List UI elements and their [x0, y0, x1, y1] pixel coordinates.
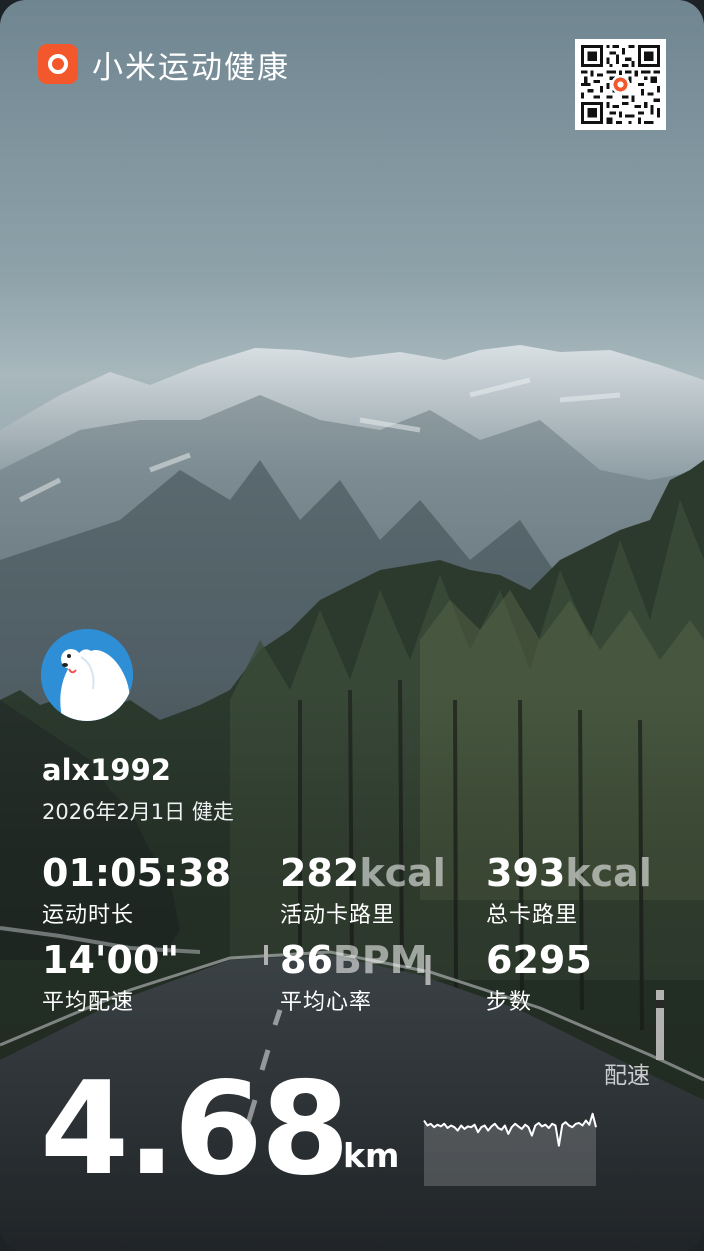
stat-label: 活动卡路里	[280, 903, 396, 928]
username: alx1992	[42, 753, 171, 787]
stat-total-calories: 393kcal 总卡路里	[486, 851, 652, 929]
stat-steps: 6295 步数	[486, 938, 592, 1016]
stat-label: 平均心率	[280, 990, 373, 1015]
stat-label: 总卡路里	[486, 903, 579, 928]
activity-date-line: 2026年2月1日 健走	[42, 796, 234, 826]
pace-chart-area	[424, 1113, 596, 1186]
brand-name: 小米运动健康	[92, 49, 290, 86]
stat-value: 14'00"	[42, 938, 180, 982]
xiaomi-health-ring-icon	[38, 44, 78, 84]
qr-code-icon[interactable]	[575, 39, 666, 130]
stat-average-pace: 14'00" 平均配速	[42, 938, 179, 1016]
distance-unit: km	[343, 1136, 400, 1175]
stat-unit: kcal	[565, 851, 652, 895]
stat-duration: 01:05:38 运动时长	[42, 851, 231, 929]
stat-label: 平均配速	[42, 990, 135, 1015]
pace-chart	[423, 1112, 597, 1186]
activity-date: 2026年2月1日	[42, 800, 186, 824]
stat-active-calories: 282kcal 活动卡路里	[280, 851, 446, 929]
stat-label: 步数	[486, 990, 533, 1015]
stat-average-heart-rate: 86BPM 平均心率	[280, 938, 428, 1016]
activity-type: 健走	[191, 800, 234, 824]
brand-header: 小米运动健康	[38, 44, 290, 86]
stat-unit: BPM	[332, 938, 428, 982]
stat-value: 01:05:38	[42, 851, 232, 895]
stat-label: 运动时长	[42, 903, 135, 928]
pace-chart-label: 配速	[604, 1063, 650, 1089]
stat-value: 86	[280, 938, 333, 982]
distance-value: 4.68	[40, 1055, 350, 1204]
stat-value: 282	[280, 851, 360, 895]
polar-bear-avatar-icon	[41, 629, 133, 721]
share-card: 小米运动健康 alx1992 2026年2月1日 健走 01:05:38 运动时…	[0, 0, 704, 1251]
stat-value: 393	[486, 851, 566, 895]
stat-value: 6295	[486, 938, 592, 982]
stat-unit: kcal	[359, 851, 446, 895]
